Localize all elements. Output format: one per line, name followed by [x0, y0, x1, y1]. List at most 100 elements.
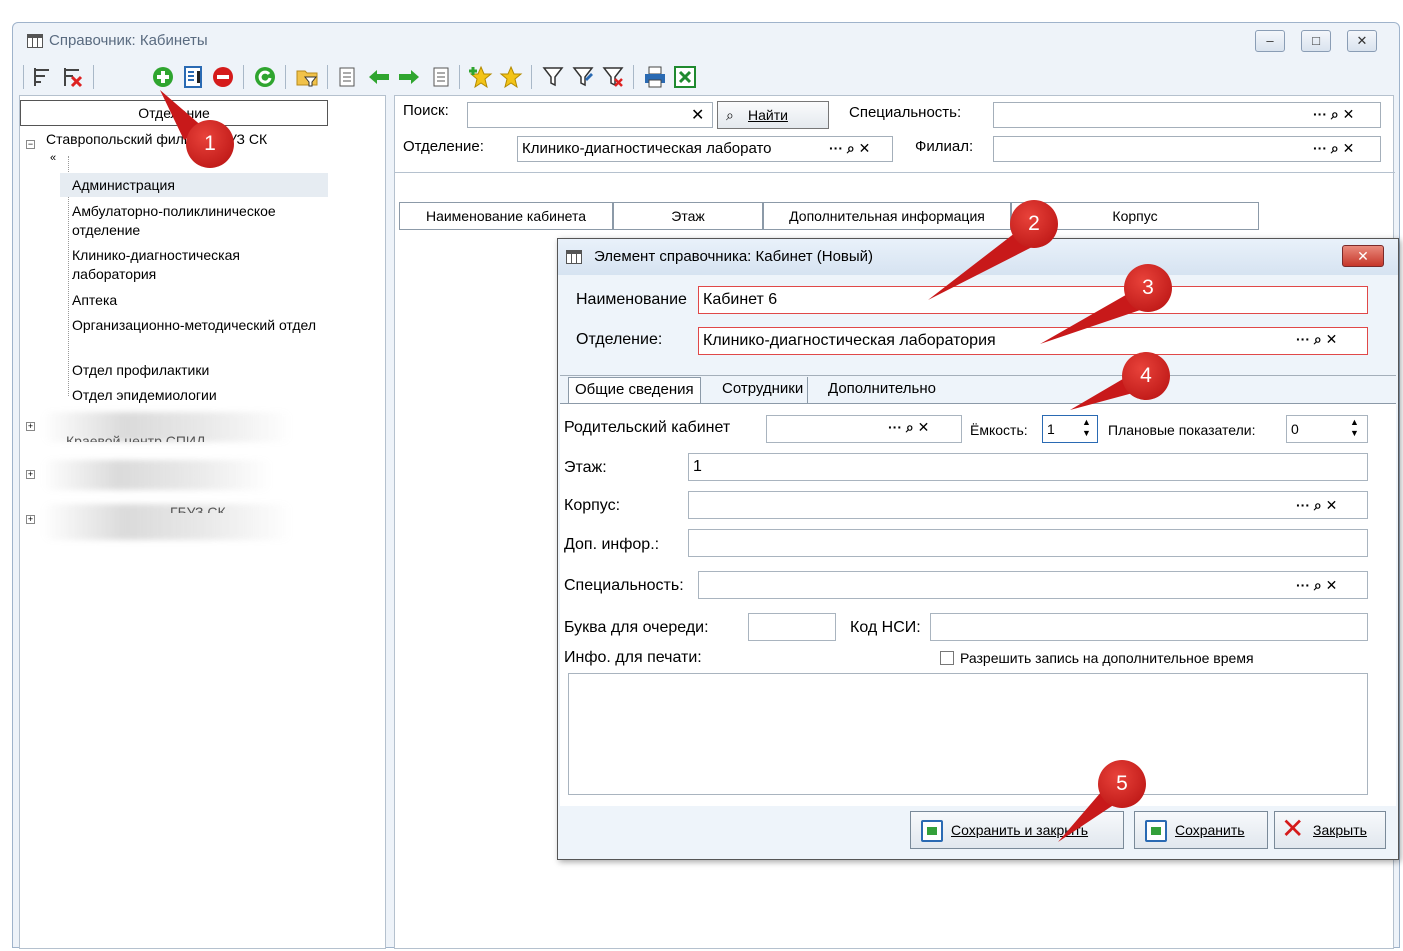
save-close-button[interactable]: Сохранить и закрыть — [910, 811, 1124, 849]
parent-room-label: Родительский кабинет — [564, 419, 731, 436]
floor-label: Этаж: — [564, 459, 607, 476]
add-icon[interactable] — [151, 65, 175, 89]
find-button-label: Найти — [748, 107, 788, 123]
column-floor[interactable]: Этаж — [613, 202, 763, 230]
edit-icon[interactable] — [181, 65, 205, 89]
marker-5: 5 — [1098, 760, 1146, 808]
filter-clear-icon[interactable] — [601, 65, 625, 89]
search-label: Поиск: — [403, 102, 449, 119]
dialog-specialty-input[interactable] — [698, 571, 1368, 599]
dialog-specialty-label: Специальность: — [564, 577, 684, 594]
queue-letter-label: Буква для очереди: — [564, 619, 709, 636]
tree-filter-icon[interactable] — [31, 65, 55, 89]
tree-item-epidemiology[interactable]: Отдел эпидемиологии — [72, 386, 217, 405]
tree-item-ambulatory[interactable]: Амбулаторно-поликлиническое отделение — [72, 202, 322, 240]
move-left-icon[interactable] — [337, 65, 361, 89]
marker-4: 4 — [1122, 352, 1170, 400]
queue-letter-input[interactable] — [748, 613, 836, 641]
nsi-code-input[interactable] — [930, 613, 1368, 641]
name-label: Наименование — [576, 291, 687, 308]
move-right-icon[interactable] — [427, 65, 451, 89]
column-extra-info[interactable]: Дополнительная информация — [763, 202, 1011, 230]
arrow-left-icon[interactable] — [367, 65, 391, 89]
toolbar-separator — [285, 65, 286, 89]
capacity-label: Ёмкость: — [970, 422, 1028, 438]
dialog-department-input[interactable]: Клинико-диагностическая лаборатория — [698, 327, 1368, 355]
tree-header[interactable]: Отделение — [20, 100, 328, 126]
expand-icon[interactable]: + — [26, 470, 35, 479]
parent-room-picker-icons[interactable]: ··· ⌕ ✕ — [888, 419, 929, 436]
expand-icon[interactable]: + — [26, 515, 35, 524]
star-add-icon[interactable] — [469, 65, 493, 89]
dialog-specialty-picker-icons[interactable]: ··· ⌕ ✕ — [1296, 577, 1337, 594]
blurred-tree-item — [42, 460, 272, 490]
building-input[interactable] — [688, 491, 1368, 519]
branch-label: Филиал: — [915, 138, 974, 155]
specialty-picker-icons[interactable]: ··· ⌕ ✕ — [1313, 106, 1354, 123]
refresh-icon[interactable] — [253, 65, 277, 89]
minimize-button[interactable]: ‒ — [1255, 30, 1285, 52]
dialog-title: Элемент справочника: Кабинет (Новый) — [594, 248, 874, 265]
search-input[interactable] — [467, 102, 713, 128]
toolbar-separator — [93, 65, 94, 89]
grid-icon — [27, 34, 43, 48]
tree-item-administration[interactable]: Администрация — [72, 176, 175, 195]
tab-general[interactable]: Общие сведения — [568, 377, 701, 403]
excel-icon[interactable] — [673, 65, 697, 89]
building-picker-icons[interactable]: ··· ⌕ ✕ — [1296, 497, 1337, 514]
tree-clear-icon[interactable] — [61, 65, 85, 89]
filter-edit-icon[interactable] — [571, 65, 595, 89]
find-icon: ⌕ — [726, 107, 734, 123]
arrow-right-icon[interactable] — [397, 65, 421, 89]
close-button[interactable]: ✕ Закрыть — [1274, 811, 1386, 849]
print-icon[interactable] — [643, 65, 667, 89]
nsi-code-label: Код НСИ: — [850, 619, 921, 636]
tab-additional[interactable]: Дополнительно — [824, 377, 940, 403]
grid-icon — [566, 250, 582, 264]
close-window-button[interactable]: ✕ — [1347, 30, 1377, 52]
filter-icon[interactable] — [541, 65, 565, 89]
tree-item-prevention[interactable]: Отдел профилактики — [72, 361, 209, 380]
dialog-department-label: Отделение: — [576, 331, 663, 348]
marker-1: 1 — [186, 120, 234, 168]
toolbar-separator — [243, 65, 244, 89]
expand-icon[interactable]: + — [26, 422, 35, 431]
extra-info-input[interactable] — [688, 529, 1368, 557]
tab-staff[interactable]: Сотрудники — [718, 377, 809, 403]
collapse-icon[interactable]: − — [26, 140, 35, 149]
close-icon: ✕ — [1281, 813, 1305, 844]
floor-input[interactable]: 1 — [688, 453, 1368, 481]
save-button[interactable]: Сохранить — [1134, 811, 1268, 849]
column-room-name[interactable]: Наименование кабинета — [399, 202, 613, 230]
department-picker-icons[interactable]: ··· ⌕ ✕ — [827, 140, 871, 157]
toolbar-separator — [459, 65, 460, 89]
find-button[interactable]: ⌕ Найти — [717, 101, 829, 129]
divider — [395, 172, 1395, 173]
branch-picker-icons[interactable]: ··· ⌕ ✕ — [1313, 140, 1354, 157]
tree-root-label[interactable]: Ставропольский филиал ГБУЗ СК — [46, 130, 267, 149]
capacity-spinner-arrows[interactable]: ▲ ▼ — [1082, 417, 1091, 439]
extra-time-label: Разрешить запись на дополнительное время — [960, 650, 1254, 666]
save-icon — [921, 820, 943, 842]
tree-item-pharmacy[interactable]: Аптека — [72, 291, 117, 310]
name-input[interactable]: Кабинет 6 — [698, 286, 1368, 314]
star-icon[interactable] — [499, 65, 523, 89]
tree-item-lab[interactable]: Клинико-диагностическая лаборатория — [72, 246, 282, 284]
blurred-tree-label: ГБУЗ СК — [170, 504, 226, 513]
toolbar — [21, 61, 1391, 93]
building-label: Корпус: — [564, 497, 621, 514]
toolbar-separator — [531, 65, 532, 89]
tree-item-methodical[interactable]: Организационно-методический отдел — [72, 316, 322, 335]
parent-room-input[interactable] — [766, 415, 962, 443]
plan-spinner-arrows[interactable]: ▲ ▼ — [1350, 417, 1359, 439]
clear-search-icon[interactable]: ✕ — [691, 105, 704, 125]
dialog-close-icon[interactable]: ✕ — [1342, 245, 1384, 267]
print-info-textarea[interactable] — [568, 673, 1368, 795]
folder-filter-icon[interactable] — [295, 65, 319, 89]
dialog-department-picker-icons[interactable]: ··· ⌕ ✕ — [1296, 331, 1337, 348]
delete-icon[interactable] — [211, 65, 235, 89]
save-label: Сохранить — [1175, 822, 1245, 838]
maximize-button[interactable]: □ — [1301, 30, 1331, 52]
toolbar-separator — [633, 65, 634, 89]
extra-time-checkbox[interactable] — [940, 651, 954, 665]
